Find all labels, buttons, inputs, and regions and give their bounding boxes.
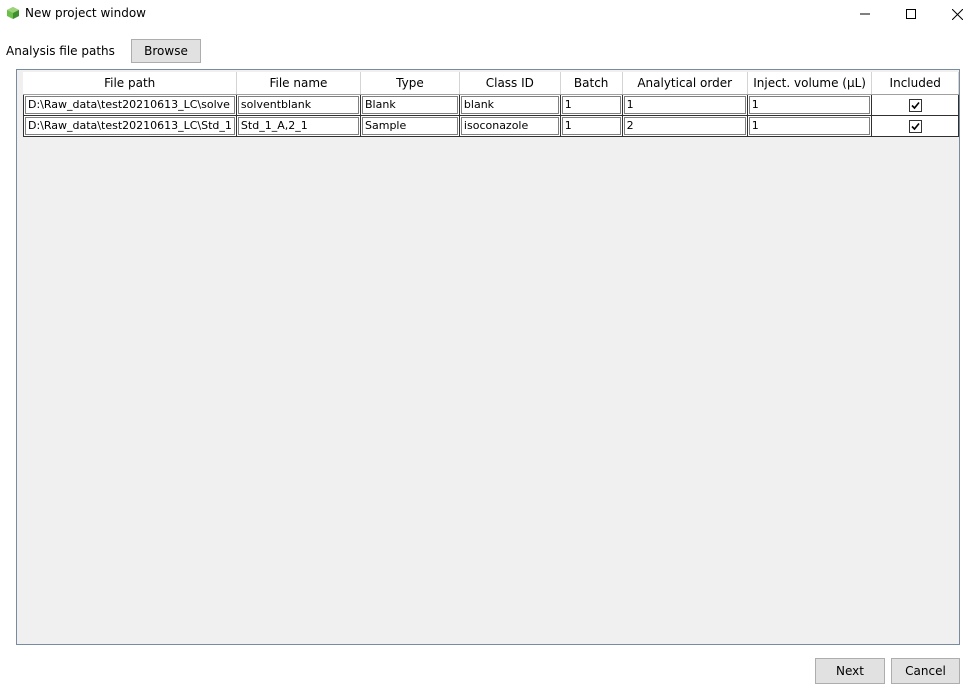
file-path-field[interactable]: D:\Raw_data\test20210613_LC\solve — [25, 96, 235, 114]
class-id-field[interactable]: blank — [460, 96, 559, 114]
column-header-file-name[interactable]: File name — [236, 72, 362, 95]
minimize-icon — [860, 9, 870, 19]
next-button[interactable]: Next — [815, 658, 885, 684]
class-id-field[interactable]: isoconazole — [460, 117, 559, 135]
type-cell[interactable]: Blank — [360, 94, 460, 116]
file-path-cell[interactable]: D:\Raw_data\test20210613_LC\solve — [23, 94, 237, 116]
app-logo-icon — [6, 6, 20, 20]
checkmark-icon — [911, 101, 920, 109]
analytical-order-field[interactable]: 2 — [623, 117, 746, 135]
included-checkbox[interactable] — [908, 119, 922, 133]
class-id-cell[interactable]: blank — [458, 94, 561, 116]
inject-volume-field[interactable]: 1 — [748, 96, 871, 114]
included-cell[interactable] — [871, 94, 959, 116]
checkmark-icon — [911, 122, 920, 130]
batch-field[interactable]: 1 — [561, 96, 621, 114]
title-bar: New project window — [0, 0, 978, 28]
file-grid: File path File name Type Class ID Batch … — [23, 72, 959, 137]
included-checkbox[interactable] — [908, 98, 922, 112]
batch-cell[interactable]: 1 — [559, 115, 623, 137]
file-name-cell[interactable]: Std_1_A,2_1 — [235, 115, 362, 137]
inject-volume-field[interactable]: 1 — [748, 117, 871, 135]
maximize-button[interactable] — [888, 0, 934, 28]
window-title: New project window — [25, 6, 146, 20]
analysis-file-paths-label: Analysis file paths — [6, 44, 115, 58]
type-value[interactable]: Blank — [362, 96, 458, 114]
maximize-icon — [906, 9, 916, 19]
order-cell[interactable]: 2 — [621, 115, 748, 137]
file-path-cell[interactable]: D:\Raw_data\test20210613_LC\Std_1 — [23, 115, 237, 137]
batch-cell[interactable]: 1 — [559, 94, 623, 116]
type-value[interactable]: Sample — [362, 117, 458, 135]
column-header-batch[interactable]: Batch — [560, 72, 623, 95]
column-header-class-id[interactable]: Class ID — [459, 72, 561, 95]
file-name-field[interactable]: Std_1_A,2_1 — [237, 117, 359, 135]
order-cell[interactable]: 1 — [621, 94, 748, 116]
table-row: D:\Raw_data\test20210613_LC\Std_1 Std_1_… — [23, 115, 959, 137]
volume-cell[interactable]: 1 — [746, 115, 873, 137]
minimize-button[interactable] — [842, 0, 888, 28]
column-header-included[interactable]: Included — [871, 72, 959, 95]
cancel-button[interactable]: Cancel — [891, 658, 960, 684]
column-header-inject-volume[interactable]: Inject. volume (µL) — [747, 72, 873, 95]
grid-header-row: File path File name Type Class ID Batch … — [23, 72, 959, 95]
column-header-analytical-order[interactable]: Analytical order — [622, 72, 748, 95]
batch-field[interactable]: 1 — [561, 117, 621, 135]
close-icon — [951, 8, 963, 20]
included-cell[interactable] — [871, 115, 959, 137]
table-row: D:\Raw_data\test20210613_LC\solve solven… — [23, 94, 959, 116]
file-name-cell[interactable]: solventblank — [235, 94, 362, 116]
type-cell[interactable]: Sample — [360, 115, 460, 137]
file-path-field[interactable]: D:\Raw_data\test20210613_LC\Std_1 — [25, 117, 235, 135]
analytical-order-field[interactable]: 1 — [623, 96, 746, 114]
volume-cell[interactable]: 1 — [746, 94, 873, 116]
class-id-cell[interactable]: isoconazole — [458, 115, 561, 137]
file-grid-panel: File path File name Type Class ID Batch … — [16, 69, 960, 645]
browse-button[interactable]: Browse — [131, 39, 201, 63]
column-header-file-path[interactable]: File path — [23, 72, 237, 95]
close-button[interactable] — [934, 0, 978, 28]
file-name-field[interactable]: solventblank — [237, 96, 359, 114]
column-header-type[interactable]: Type — [360, 72, 460, 95]
